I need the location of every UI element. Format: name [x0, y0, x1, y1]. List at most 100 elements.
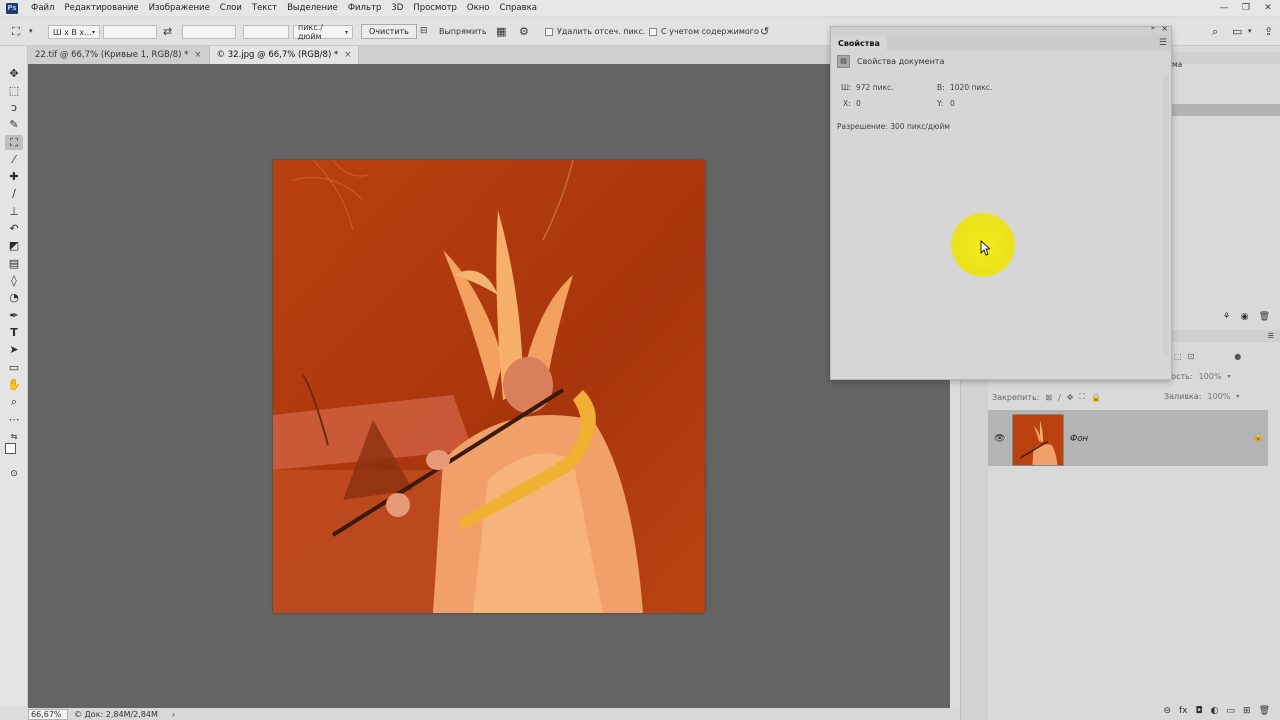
- fill-input[interactable]: 100%: [1208, 392, 1231, 401]
- crop-height-input[interactable]: [182, 25, 236, 39]
- chevron-down-icon[interactable]: ▾: [1236, 393, 1239, 400]
- layer-thumbnail[interactable]: [1012, 414, 1064, 466]
- menu-filter[interactable]: Фильтр: [343, 3, 387, 13]
- dodge-tool-icon[interactable]: ◔: [5, 290, 23, 305]
- width-value[interactable]: 972 пикс.: [856, 83, 894, 92]
- blur-tool-icon[interactable]: ◊: [5, 273, 23, 288]
- menu-window[interactable]: Окно: [462, 3, 495, 13]
- marquee-tool-icon[interactable]: ⬚: [5, 83, 23, 98]
- type-tool-icon[interactable]: T: [5, 325, 23, 340]
- delete-cropped-checkbox[interactable]: [545, 28, 553, 36]
- lock-paint-icon[interactable]: ∕: [1058, 393, 1061, 402]
- layer-row-background[interactable]: 👁 Фон 🔒: [988, 410, 1268, 466]
- crop-width-input[interactable]: [103, 25, 157, 39]
- x-value[interactable]: 0: [856, 99, 861, 108]
- collapse-icon[interactable]: »: [1151, 24, 1155, 32]
- lock-all-icon[interactable]: 🔒: [1091, 393, 1101, 402]
- pen-tool-icon[interactable]: ✒: [5, 308, 23, 323]
- close-icon[interactable]: ×: [194, 50, 201, 60]
- height-value[interactable]: 1020 пикс.: [950, 83, 992, 92]
- gear-icon[interactable]: ⚙: [519, 26, 529, 37]
- close-icon[interactable]: ×: [1161, 24, 1168, 33]
- hierarchy-icon[interactable]: ⚘: [1223, 312, 1231, 322]
- move-tool-icon[interactable]: ✥: [5, 66, 23, 81]
- eyedropper-tool-icon[interactable]: ⁄: [5, 152, 23, 167]
- eraser-tool-icon[interactable]: ◩: [5, 238, 23, 253]
- more-tools-icon[interactable]: ⋯: [5, 412, 23, 427]
- menu-layers[interactable]: Слои: [215, 3, 247, 13]
- mask-icon[interactable]: ◘: [1196, 706, 1203, 716]
- fx-icon[interactable]: fx: [1179, 706, 1188, 716]
- healing-brush-tool-icon[interactable]: ✚: [5, 169, 23, 184]
- restore-icon[interactable]: ❐: [1238, 2, 1254, 14]
- menu-image[interactable]: Изображение: [144, 3, 215, 13]
- selected-row[interactable]: [1170, 104, 1280, 116]
- menu-view[interactable]: Просмотр: [408, 3, 462, 13]
- link-layers-icon[interactable]: ⊖: [1163, 706, 1171, 716]
- menu-3d[interactable]: 3D: [386, 3, 408, 13]
- tab-properties[interactable]: Свойства: [831, 35, 887, 51]
- search-icon[interactable]: ⌕: [1212, 26, 1218, 37]
- filter-toggle-icon[interactable]: ●: [1234, 352, 1241, 361]
- quick-mask-icon[interactable]: ⊙: [5, 466, 23, 481]
- panel-menu-icon[interactable]: ☰: [1159, 38, 1167, 48]
- chevron-down-icon[interactable]: ▾: [1248, 26, 1252, 37]
- adjustment-layer-icon[interactable]: ◐: [1211, 706, 1219, 716]
- transform-filter-icon[interactable]: ⬚: [1174, 352, 1182, 361]
- panel-menu-icon[interactable]: ☰: [1268, 332, 1274, 340]
- opacity-input[interactable]: 100%: [1199, 372, 1222, 381]
- panel-tab-label[interactable]: ма: [1172, 60, 1182, 69]
- quick-select-tool-icon[interactable]: ✎: [5, 117, 23, 132]
- close-icon[interactable]: ✕: [1260, 2, 1276, 14]
- clear-button[interactable]: Очистить: [361, 24, 417, 39]
- chevron-right-icon[interactable]: ›: [172, 710, 175, 719]
- y-value[interactable]: 0: [950, 99, 955, 108]
- foreground-color-swatch[interactable]: [5, 443, 16, 454]
- share-icon[interactable]: ⇪: [1264, 26, 1273, 37]
- canvas-area[interactable]: [28, 64, 950, 708]
- swap-icon[interactable]: ⇄: [163, 26, 172, 37]
- smart-filter-icon[interactable]: ⊡: [1188, 352, 1195, 361]
- properties-panel-topbar[interactable]: » ×: [831, 24, 1171, 35]
- trash-icon[interactable]: 🗑: [1259, 706, 1270, 716]
- properties-scrollbar[interactable]: [1163, 75, 1169, 355]
- history-brush-tool-icon[interactable]: ↶: [5, 221, 23, 236]
- reset-icon[interactable]: ↺: [760, 26, 769, 37]
- menu-select[interactable]: Выделение: [282, 3, 343, 13]
- lock-position-icon[interactable]: ✥: [1067, 393, 1074, 402]
- ratio-select[interactable]: Ш x В x... ▾: [48, 25, 100, 39]
- zoom-field[interactable]: 66,67%: [28, 708, 68, 720]
- gradient-tool-icon[interactable]: ▤: [5, 256, 23, 271]
- camera-icon[interactable]: ◉: [1241, 312, 1249, 322]
- menu-file[interactable]: Файл: [26, 3, 59, 13]
- tab-32-jpg[interactable]: © 32.jpg @ 66,7% (RGB/8) * ×: [209, 46, 360, 64]
- clone-stamp-tool-icon[interactable]: ⊥: [5, 204, 23, 219]
- menu-edit[interactable]: Редактирование: [59, 3, 143, 13]
- straighten-button[interactable]: Выпрямить: [439, 27, 487, 36]
- menu-help[interactable]: Справка: [495, 3, 542, 13]
- crop-tool-icon[interactable]: ⛶: [5, 135, 23, 150]
- new-layer-icon[interactable]: ⊞: [1243, 706, 1251, 716]
- chevron-down-icon[interactable]: ▾: [29, 26, 33, 37]
- zoom-tool-icon[interactable]: ⌕: [5, 394, 23, 409]
- hand-tool-icon[interactable]: ✋: [5, 377, 23, 392]
- eye-icon[interactable]: 👁: [994, 434, 1005, 444]
- trash-icon[interactable]: 🗑: [1259, 312, 1270, 322]
- grid-overlay-icon[interactable]: ▦: [496, 26, 506, 37]
- path-select-tool-icon[interactable]: ➤: [5, 342, 23, 357]
- minimize-icon[interactable]: —: [1216, 2, 1232, 14]
- resolution-input[interactable]: [243, 25, 289, 39]
- layer-name[interactable]: Фон: [1070, 434, 1088, 444]
- lock-artboard-icon[interactable]: ⛶: [1079, 392, 1085, 402]
- group-icon[interactable]: ▭: [1227, 706, 1236, 716]
- lasso-tool-icon[interactable]: ↄ: [5, 100, 23, 115]
- tab-22-tif[interactable]: 22.tif @ 66,7% (Кривые 1, RGB/8) * ×: [28, 46, 210, 64]
- chevron-down-icon[interactable]: ▾: [1227, 373, 1230, 380]
- content-aware-checkbox[interactable]: [649, 28, 657, 36]
- rectangle-tool-icon[interactable]: ▭: [5, 360, 23, 375]
- menu-type[interactable]: Текст: [247, 3, 282, 13]
- crop-tool-preset-icon[interactable]: ⛶: [12, 26, 20, 37]
- units-select[interactable]: пикс./дюйм ▾: [293, 23, 353, 41]
- lock-icon[interactable]: 🔒: [1253, 432, 1264, 442]
- workspace-icon[interactable]: ▭: [1232, 26, 1242, 37]
